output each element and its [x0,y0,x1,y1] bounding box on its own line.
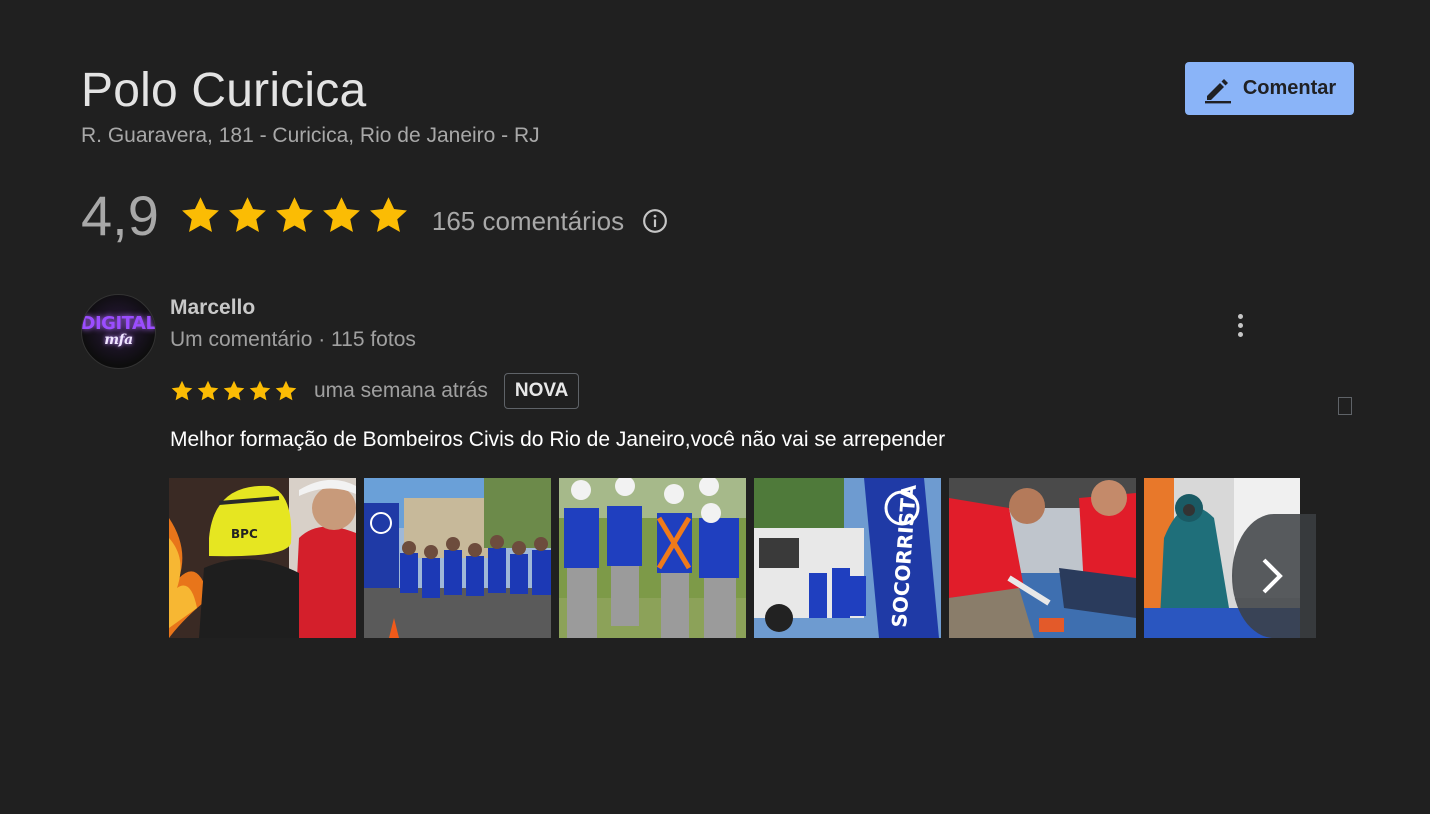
review-stars [170,379,298,403]
review-rating-row: uma semana atrás NOVA [170,372,580,410]
pencil-icon [1203,74,1233,104]
star-icon [223,380,245,401]
star-icon [197,380,219,401]
star-icon [171,380,193,401]
photo-ambulance-banner[interactable]: SOCORRISTA [754,478,941,638]
info-icon[interactable] [642,208,668,234]
star-icon [228,196,266,232]
reviewer-meta: Um comentário · 115 fotos [170,328,416,351]
place-address: R. Guaravera, 181 - Curicica, Rio de Jan… [81,124,540,147]
star-icon [249,380,271,401]
reviewer-name[interactable]: Marcello [170,296,255,320]
place-title: Polo Curicica [81,64,367,117]
chevron-right-icon [1262,558,1283,594]
rating-summary: 4,9 165 comentários [81,182,668,248]
write-comment-label: Comentar [1242,77,1337,99]
place-reviews-panel: Polo Curicica R. Guaravera, 181 - Curici… [0,0,1430,814]
new-badge: NOVA [503,373,580,409]
more-options-icon[interactable] [1225,308,1255,342]
avatar-logo: DIGITAL mfa [81,312,156,348]
avatar[interactable]: DIGITAL mfa [81,294,156,369]
side-checkbox[interactable] [1338,397,1352,415]
carousel-edge [1300,470,1430,650]
helmet-label: BPC [231,527,258,541]
photo-team-field-exercise[interactable] [559,478,746,638]
photo-group-blue-uniforms[interactable] [364,478,551,638]
reviews-count[interactable]: 165 comentários [432,206,624,237]
rating-value: 4,9 [81,183,159,247]
carousel-next-button[interactable] [1232,514,1316,638]
photo-helmet-fire-training[interactable]: BPC [169,478,356,638]
star-icon [322,196,360,232]
photo-first-aid-practice[interactable] [949,478,1136,638]
star-icon [369,196,407,232]
star-icon [181,196,219,232]
review-time: uma semana atrás [314,379,488,402]
write-comment-button[interactable]: Comentar [1185,62,1354,115]
star-icon [275,196,313,232]
review-photos-carousel: BPC SOCORRISTA [169,478,1300,638]
star-icon [275,380,297,401]
rating-stars [179,194,410,237]
review-text: Melhor formação de Bombeiros Civis do Ri… [170,428,946,451]
